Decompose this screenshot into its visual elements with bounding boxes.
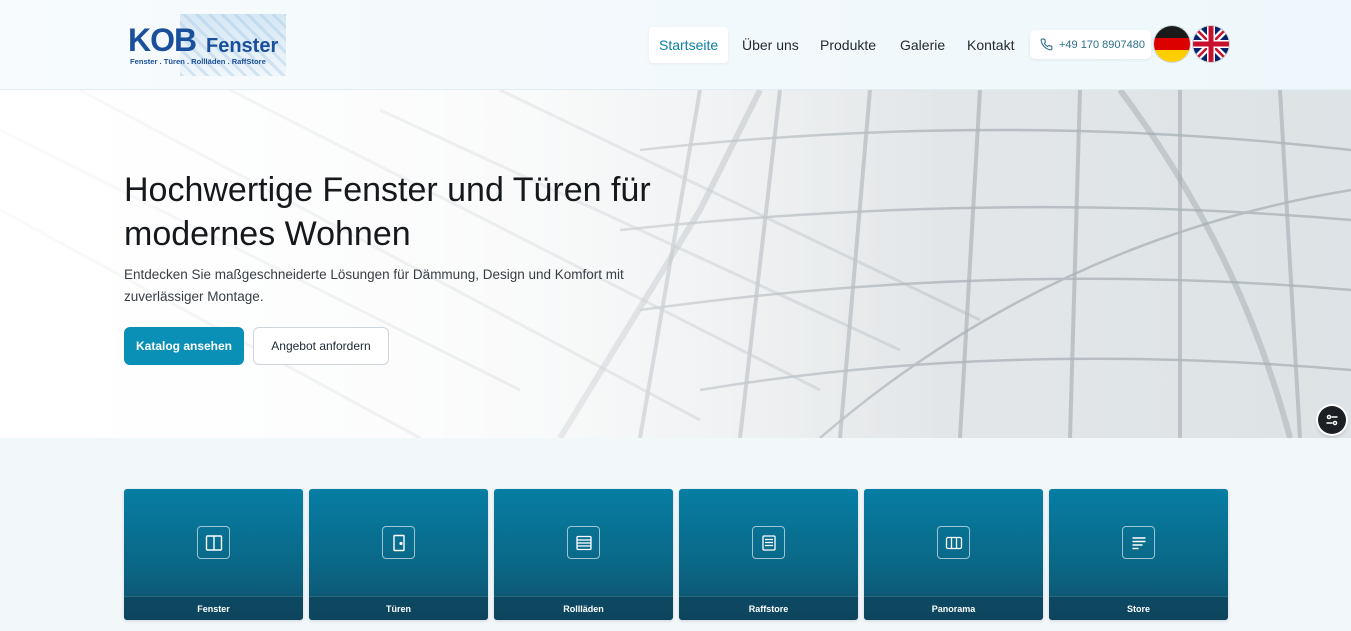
category-card-fenster[interactable]: Fenster: [124, 489, 303, 620]
shutter-icon: [567, 526, 600, 559]
phone-button[interactable]: +49 170 8907480: [1030, 30, 1151, 59]
logo-tagline: Fenster . Türen . Rollläden . RaffStore: [130, 57, 266, 66]
uk-flag-icon[interactable]: [1193, 26, 1229, 62]
phone-icon: [1040, 38, 1053, 51]
german-flag-icon[interactable]: [1154, 26, 1190, 62]
category-card-raffstore[interactable]: Raffstore: [679, 489, 858, 620]
settings-toggle-icon: [1326, 414, 1338, 426]
nav-item-startseite[interactable]: Startseite: [649, 27, 729, 63]
category-card-store[interactable]: Store: [1049, 489, 1228, 620]
panorama-icon: [937, 526, 970, 559]
category-label: Panorama: [864, 596, 1043, 620]
nav-item-produkte[interactable]: Produkte: [820, 27, 876, 63]
blind-icon: [752, 526, 785, 559]
logo-kob-text: KOB: [128, 22, 197, 58]
site-header: KOB Fenster Fenster . Türen . Rollläden …: [0, 0, 1351, 90]
hero-section: Hochwertige Fenster und Türen für modern…: [0, 90, 1351, 438]
phone-number: +49 170 8907480: [1059, 38, 1145, 51]
category-card-rolllaeden[interactable]: Rollläden: [494, 489, 673, 620]
brand-logo[interactable]: KOB Fenster Fenster . Türen . Rollläden …: [128, 14, 288, 76]
category-label: Fenster: [124, 596, 303, 620]
category-label: Rollläden: [494, 596, 673, 620]
category-label: Türen: [309, 596, 488, 620]
request-quote-button[interactable]: Angebot anfordern: [253, 327, 389, 365]
hero-title: Hochwertige Fenster und Türen für modern…: [124, 171, 651, 253]
logo-fenster-text: Fenster: [206, 35, 279, 57]
category-card-tueren[interactable]: Türen: [309, 489, 488, 620]
nav-item-galerie[interactable]: Galerie: [900, 27, 945, 63]
category-card-panorama[interactable]: Panorama: [864, 489, 1043, 620]
store-icon: [1122, 526, 1155, 559]
nav-item-ueber-uns[interactable]: Über uns: [742, 27, 799, 63]
door-icon: [382, 526, 415, 559]
category-label: Raffstore: [679, 596, 858, 620]
catalog-button[interactable]: Katalog ansehen: [124, 327, 244, 365]
window-icon: [197, 526, 230, 559]
category-label: Store: [1049, 596, 1228, 620]
accessibility-widget-button[interactable]: [1318, 406, 1346, 434]
nav-item-kontakt[interactable]: Kontakt: [967, 27, 1014, 63]
hero-subtitle: Entdecken Sie maßgeschneiderte Lösungen …: [124, 267, 624, 304]
